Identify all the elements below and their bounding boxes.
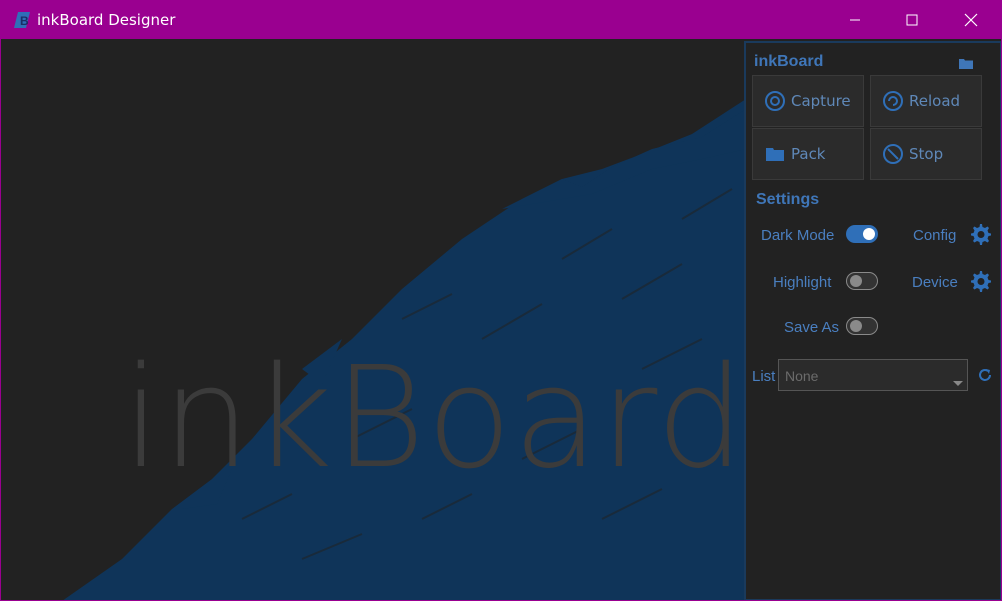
control-panel: inkBoard Capture Reload Pack Stop Settin… — [744, 41, 1001, 600]
close-icon — [964, 13, 978, 27]
list-label: List — [752, 368, 776, 385]
highlight-toggle[interactable] — [846, 272, 878, 290]
reload-icon — [883, 91, 903, 111]
stop-button[interactable]: Stop — [870, 128, 982, 180]
device-gear-icon[interactable] — [968, 269, 992, 293]
stop-icon — [883, 144, 903, 164]
settings-heading: Settings — [756, 191, 820, 208]
toggle-knob — [850, 320, 862, 332]
refresh-icon[interactable] — [977, 367, 993, 383]
dark-mode-label: Dark Mode — [761, 227, 835, 244]
config-label: Config — [913, 227, 957, 244]
pack-button[interactable]: Pack — [752, 128, 864, 180]
toggle-knob — [850, 275, 862, 287]
stop-label: Stop — [909, 145, 944, 163]
pack-label: Pack — [791, 145, 826, 163]
toggle-knob — [863, 228, 875, 240]
minimize-button[interactable] — [832, 1, 878, 39]
minimize-icon — [850, 19, 860, 21]
device-label: Device — [912, 274, 958, 291]
highlight-label: Highlight — [773, 274, 832, 291]
pack-folder-icon — [766, 148, 784, 161]
chevron-down-icon — [953, 381, 963, 386]
app-window: B inkBoard Designer inkBoard inkBoard Ca… — [0, 0, 1002, 601]
reload-label: Reload — [909, 92, 961, 110]
panel-title: inkBoard — [754, 53, 824, 70]
reload-button[interactable]: Reload — [870, 75, 982, 127]
window-title: inkBoard Designer — [37, 11, 176, 29]
save-as-toggle[interactable] — [846, 317, 878, 335]
brush-stroke-background — [63, 99, 746, 600]
config-gear-icon[interactable] — [968, 222, 992, 246]
app-icon: B — [14, 12, 30, 28]
list-select-value: None — [785, 368, 819, 384]
inkboard-wordmark: inkBoard — [122, 337, 746, 500]
close-button[interactable] — [948, 1, 994, 39]
folder-icon[interactable] — [959, 57, 973, 69]
capture-label: Capture — [791, 92, 851, 110]
save-as-label: Save As — [784, 319, 840, 336]
aperture-icon — [765, 91, 785, 111]
title-bar[interactable]: B inkBoard Designer — [1, 1, 1001, 39]
list-select[interactable]: None — [778, 359, 968, 391]
dark-mode-toggle[interactable] — [846, 225, 878, 243]
preview-canvas[interactable]: inkBoard — [2, 39, 746, 600]
maximize-button[interactable] — [889, 1, 935, 39]
maximize-icon — [906, 14, 918, 26]
capture-button[interactable]: Capture — [752, 75, 864, 127]
svg-text:B: B — [20, 14, 29, 28]
